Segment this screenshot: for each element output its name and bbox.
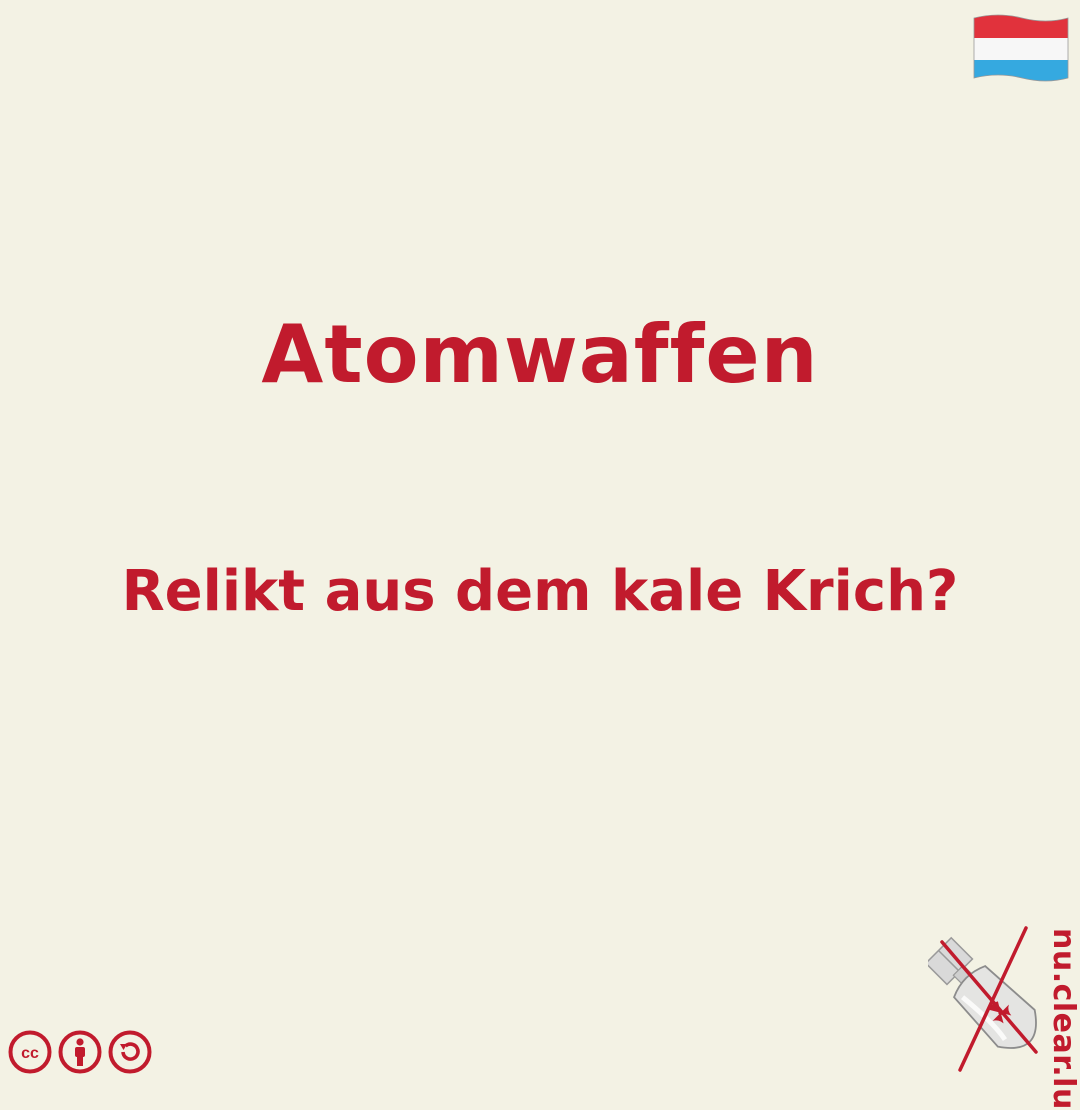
page-subtitle: Relikt aus dem kale Krich? (121, 559, 959, 624)
cc-icon: cc (8, 1030, 52, 1074)
svg-text:cc: cc (21, 1045, 39, 1062)
brand-url: nu.clear.lu (1046, 928, 1080, 1110)
by-icon (58, 1030, 102, 1074)
sa-icon (108, 1030, 152, 1074)
luxembourg-flag-icon (973, 14, 1069, 82)
page-title: Atomwaffen (261, 308, 819, 401)
license-badges: cc (8, 1030, 152, 1074)
crossed-bomb-icon (928, 926, 1038, 1072)
